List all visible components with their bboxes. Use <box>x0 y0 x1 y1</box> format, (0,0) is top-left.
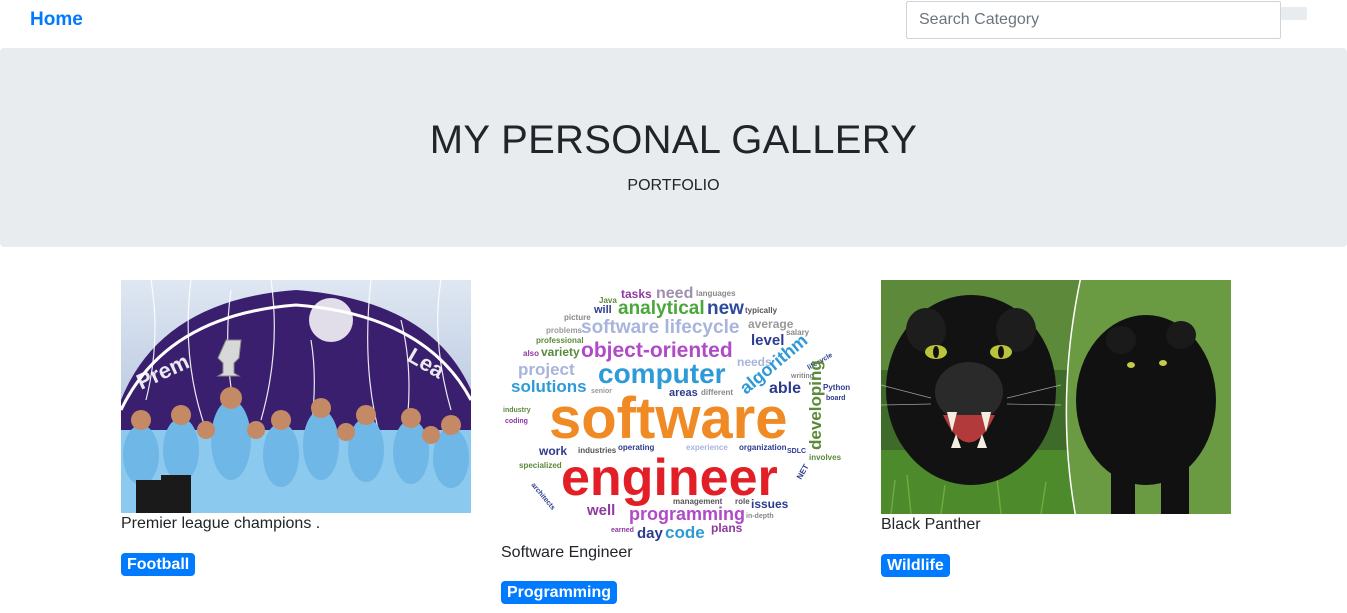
football-champions-photo[interactable]: Prem Lea <box>121 280 471 513</box>
wordcloud-word: developing <box>806 360 825 450</box>
card-caption: Black Panther <box>881 516 981 533</box>
page-title: MY PERSONAL GALLERY <box>429 118 918 162</box>
wordcloud-word: issues <box>751 497 789 511</box>
black-panther-photo[interactable] <box>881 280 1231 514</box>
wordcloud-word: typically <box>745 306 778 315</box>
wordcloud-word: board <box>826 395 845 402</box>
navbar: Home <box>0 0 1347 48</box>
gallery-card-football: Prem Lea Premier league champions . Foot… <box>121 280 471 580</box>
page-subtitle: PORTFOLIO <box>627 177 720 194</box>
wordcloud-word: problems <box>546 326 583 335</box>
wordcloud-word: code <box>665 523 705 542</box>
card-caption: Premier league champions . <box>121 515 321 532</box>
category-badge-wildlife[interactable]: Wildlife <box>881 554 950 577</box>
wordcloud-word: new <box>707 298 744 319</box>
hero-banner: MY PERSONAL GALLERY PORTFOLIO <box>0 48 1347 247</box>
software-engineer-wordcloud[interactable]: tasks need languages Java will analytica… <box>501 280 851 542</box>
wordcloud-word: earned <box>611 527 634 534</box>
wordcloud-word: in-depth <box>746 513 774 520</box>
wordcloud-word: plans <box>711 521 743 535</box>
gallery-card-wildlife: Black Panther Wildlife <box>881 280 1231 580</box>
wordcloud-word: variety <box>541 345 580 359</box>
home-link[interactable]: Home <box>30 9 83 31</box>
wordcloud-word: also <box>523 349 539 358</box>
wordcloud-word: involves <box>809 453 842 462</box>
wordcloud-word: role <box>735 497 750 506</box>
wordcloud-word: analytical <box>618 298 705 319</box>
wordcloud-word: will <box>593 304 612 316</box>
category-badge-football[interactable]: Football <box>121 553 196 576</box>
wordcloud-main-word: software <box>549 386 788 451</box>
wordcloud-word: day <box>637 525 664 542</box>
wordcloud-word: management <box>673 497 723 506</box>
wordcloud-word: professional <box>536 336 584 345</box>
search-button[interactable] <box>1281 7 1307 20</box>
search-category-input[interactable] <box>906 1 1281 39</box>
wordcloud-word: industry <box>503 407 531 414</box>
gallery-card-programming: tasks need languages Java will analytica… <box>501 280 851 610</box>
wordcloud-word: languages <box>696 289 736 298</box>
wordcloud-word: computer <box>598 358 726 389</box>
category-badge-programming[interactable]: Programming <box>501 581 618 604</box>
wordcloud-word: Python <box>823 383 850 392</box>
wordcloud-word: software lifecycle <box>581 317 739 338</box>
wordcloud-word: coding <box>505 418 528 425</box>
card-caption: Software Engineer <box>501 544 633 561</box>
wordcloud-word: SDLC <box>787 448 806 455</box>
wordcloud-word: well <box>586 502 615 519</box>
wordcloud-word: specialized <box>519 461 562 470</box>
